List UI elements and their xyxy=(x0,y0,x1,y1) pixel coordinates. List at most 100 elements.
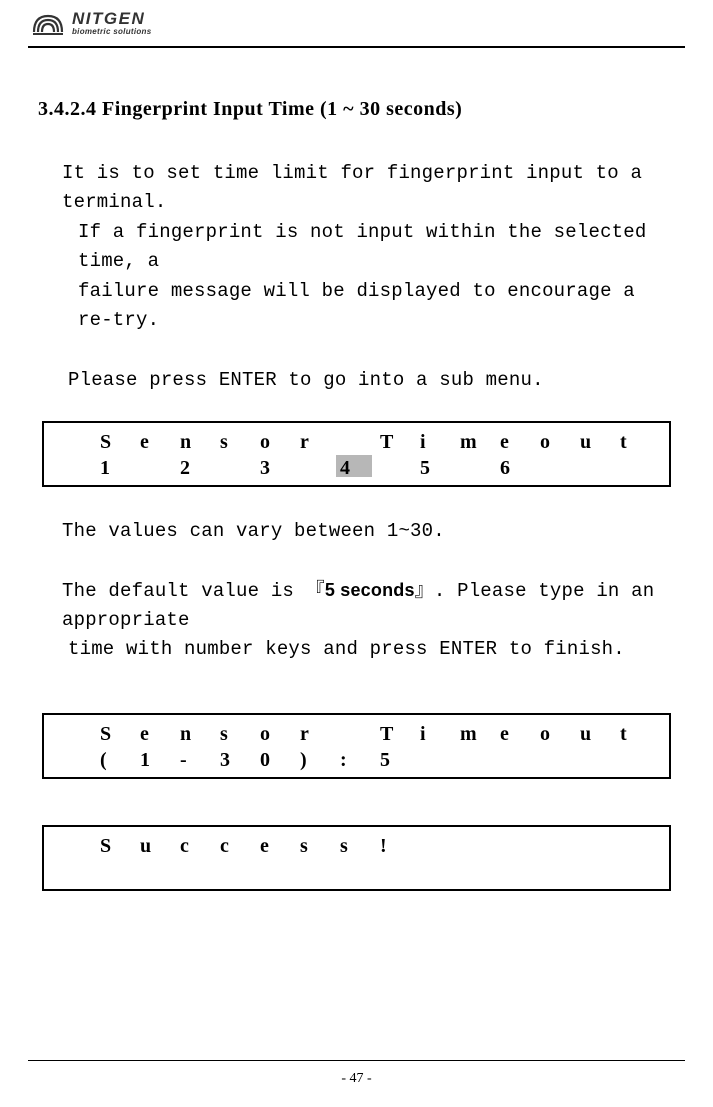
quote-close: 』 xyxy=(415,580,434,602)
lcd-cell: S xyxy=(100,721,140,747)
lcd-cell xyxy=(220,455,260,481)
default-value: 5 seconds xyxy=(325,580,415,600)
lcd-cell: 6 xyxy=(500,455,540,481)
lcd-display-2: S e n s o r T i m e o u t ( 1 - 3 0 ) : … xyxy=(42,713,671,779)
lcd-cell: r xyxy=(300,721,340,747)
lcd-cell xyxy=(300,455,340,481)
lcd-cell: S xyxy=(100,429,140,455)
lcd-cell: 3 xyxy=(220,747,260,773)
lcd-cell: t xyxy=(620,721,660,747)
lcd-cell xyxy=(580,747,620,773)
lcd-cell: c xyxy=(220,833,260,859)
paragraph-4-line-1: The default value is 『5 seconds』. Please… xyxy=(38,577,675,636)
lcd-cell: 2 xyxy=(180,455,220,481)
lcd-cell: i xyxy=(420,721,460,747)
lcd-cell: r xyxy=(300,429,340,455)
lcd-cell: c xyxy=(180,833,220,859)
lcd-cell xyxy=(340,721,380,747)
lcd-row xyxy=(44,859,669,885)
paragraph-2: Please press ENTER to go into a sub menu… xyxy=(38,366,675,395)
lcd-cell: o xyxy=(260,429,300,455)
lcd-cell: s xyxy=(340,833,380,859)
lcd-cell xyxy=(540,455,580,481)
lcd-cell xyxy=(420,833,460,859)
lcd-cell xyxy=(460,747,500,773)
lcd-cell: s xyxy=(220,429,260,455)
lcd-cell: e xyxy=(140,721,180,747)
lcd-cell: T xyxy=(380,429,420,455)
lcd-cell: e xyxy=(500,721,540,747)
paragraph-3: The values can vary between 1~30. xyxy=(38,517,675,546)
lcd-cell: 1 xyxy=(100,455,140,481)
lcd-cell xyxy=(540,833,580,859)
lcd-cell: S xyxy=(100,833,140,859)
lcd-display-3: S u c c e s s ! xyxy=(42,825,671,891)
lcd-cell: u xyxy=(580,721,620,747)
paragraph-1-line-1: It is to set time limit for fingerprint … xyxy=(38,159,675,218)
lcd-cell: T xyxy=(380,721,420,747)
text: The default value is xyxy=(62,580,306,602)
lcd-cell: ( xyxy=(100,747,140,773)
lcd-cell: n xyxy=(180,721,220,747)
lcd-row: S e n s o r T i m e o u t xyxy=(44,721,669,747)
lcd-cell: - xyxy=(180,747,220,773)
lcd-row: ( 1 - 3 0 ) : 5 xyxy=(44,747,669,773)
lcd-cell xyxy=(380,455,420,481)
lcd-cell: t xyxy=(620,429,660,455)
page-number: - 47 - xyxy=(0,1071,713,1087)
quote-open: 『 xyxy=(306,580,325,602)
lcd-cell xyxy=(540,747,580,773)
lcd-cell-highlighted: 4 xyxy=(340,455,380,481)
lcd-cell: m xyxy=(460,429,500,455)
paragraph-1-line-3: failure message will be displayed to enc… xyxy=(38,277,675,336)
lcd-cell: u xyxy=(140,833,180,859)
lcd-row: S u c c e s s ! xyxy=(44,833,669,859)
page-content: 3.4.2.4 Fingerprint Input Time (1 ~ 30 s… xyxy=(0,48,713,891)
footer-rule xyxy=(28,1060,685,1062)
lcd-cell: o xyxy=(260,721,300,747)
lcd-cell xyxy=(580,833,620,859)
lcd-cell xyxy=(620,833,660,859)
lcd-cell: : xyxy=(340,747,380,773)
lcd-cell: ) xyxy=(300,747,340,773)
lcd-cell: o xyxy=(540,429,580,455)
lcd-cell xyxy=(140,455,180,481)
lcd-cell xyxy=(620,747,660,773)
logo-text: NITGEN biometric solutions xyxy=(72,10,152,36)
paragraph-1-line-2: If a fingerprint is not input within the… xyxy=(38,218,675,277)
lcd-cell: e xyxy=(140,429,180,455)
lcd-cell xyxy=(420,747,460,773)
page-header: NITGEN biometric solutions xyxy=(0,0,713,38)
lcd-cell: e xyxy=(500,429,540,455)
lcd-cell: ! xyxy=(380,833,420,859)
brand-name: NITGEN xyxy=(72,10,152,27)
section-title: 3.4.2.4 Fingerprint Input Time (1 ~ 30 s… xyxy=(38,98,675,121)
lcd-cell: 1 xyxy=(140,747,180,773)
lcd-cell: e xyxy=(260,833,300,859)
lcd-display-1: S e n s o r T i m e o u t 1 2 3 4 5 6 xyxy=(42,421,671,487)
lcd-cell xyxy=(100,859,140,885)
lcd-cell xyxy=(500,747,540,773)
lcd-cell: 3 xyxy=(260,455,300,481)
lcd-row: 1 2 3 4 5 6 xyxy=(44,455,669,481)
fingerprint-icon xyxy=(28,8,68,38)
lcd-cell: s xyxy=(220,721,260,747)
lcd-cell: u xyxy=(580,429,620,455)
brand-tagline: biometric solutions xyxy=(72,28,152,36)
lcd-row: S e n s o r T i m e o u t xyxy=(44,429,669,455)
paragraph-4-line-2: time with number keys and press ENTER to… xyxy=(38,635,675,664)
lcd-cell: i xyxy=(420,429,460,455)
lcd-cell xyxy=(340,429,380,455)
lcd-cell: 0 xyxy=(260,747,300,773)
lcd-cell xyxy=(500,833,540,859)
lcd-cell xyxy=(580,455,620,481)
logo: NITGEN biometric solutions xyxy=(28,8,685,38)
lcd-cell: m xyxy=(460,721,500,747)
lcd-cell xyxy=(460,833,500,859)
lcd-cell xyxy=(620,455,660,481)
lcd-cell: 5 xyxy=(380,747,420,773)
lcd-cell: n xyxy=(180,429,220,455)
lcd-cell: o xyxy=(540,721,580,747)
lcd-cell xyxy=(460,455,500,481)
lcd-cell: s xyxy=(300,833,340,859)
